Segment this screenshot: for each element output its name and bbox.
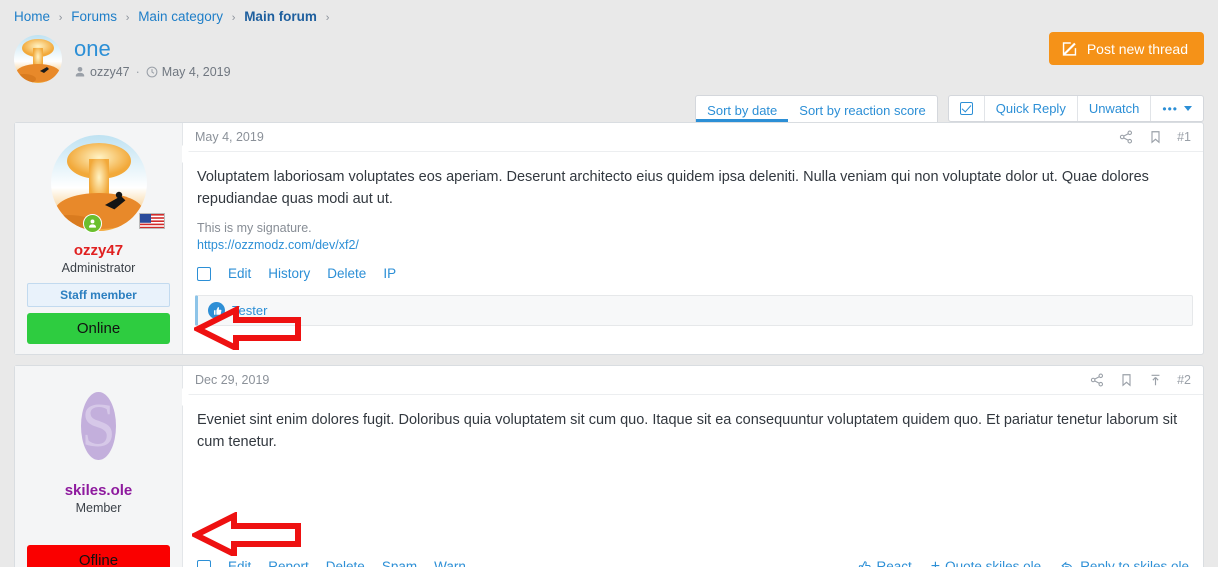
post-action-edit[interactable]: Edit [228, 266, 251, 281]
reaction-user-link[interactable]: Tester [232, 303, 267, 318]
thread-author[interactable]: ozzy47 [90, 65, 130, 79]
post-user-panel: ozzy47 Administrator Staff member Online [15, 123, 183, 354]
us-flag-icon [139, 213, 165, 229]
avatar-wrapper [51, 135, 147, 231]
select-all-toggle-button[interactable] [949, 96, 985, 121]
mushroom-cloud-avatar-icon [14, 35, 62, 83]
post-action-report[interactable]: Report [268, 559, 309, 567]
checkbox-checked-icon [960, 102, 973, 115]
post-item: ozzy47 Administrator Staff member Online… [14, 122, 1204, 355]
chevron-down-icon [1184, 106, 1192, 111]
pencil-square-icon [1061, 40, 1078, 57]
plus-icon: + [931, 560, 940, 567]
post-content-panel: May 4, 2019 #1 Volupt [183, 123, 1203, 354]
unwatch-button[interactable]: Unwatch [1078, 96, 1152, 121]
thread-date: May 4, 2019 [162, 65, 231, 79]
post-action-quote[interactable]: + Quote skiles.ole [931, 559, 1041, 567]
post-action-spam[interactable]: Spam [382, 559, 417, 567]
bookmark-icon[interactable] [1149, 130, 1162, 144]
signature-link[interactable]: https://ozzmodz.com/dev/xf2/ [197, 237, 1189, 254]
thread-toolbar: Sort by date Sort by reaction score Quic… [0, 95, 1218, 122]
online-user-icon [83, 214, 102, 233]
post-number[interactable]: #1 [1177, 130, 1191, 144]
user-icon [74, 66, 86, 78]
avatar-wrapper: S [81, 378, 115, 474]
breadcrumb: Home › Forums › Main category › Main for… [0, 0, 1218, 31]
clock-icon [146, 66, 158, 78]
post-action-warn[interactable]: Warn [434, 559, 466, 567]
reply-label: Reply to skiles.ole [1080, 559, 1189, 567]
breadcrumb-item-home[interactable]: Home [14, 9, 50, 24]
user-status-badge[interactable]: Ofline [27, 545, 170, 567]
post-actions: Edit Report Delete Spam Warn [183, 549, 1203, 567]
more-options-button[interactable]: ••• [1151, 96, 1203, 121]
post-item: S skiles.ole Member Ofline Dec 29, 2019 [14, 365, 1204, 567]
user-status-badge[interactable]: Online [27, 313, 170, 344]
react-label: React [877, 559, 912, 567]
quick-reply-button[interactable]: Quick Reply [985, 96, 1078, 121]
post-action-delete[interactable]: Delete [327, 266, 366, 281]
post-number[interactable]: #2 [1177, 373, 1191, 387]
post-author-name[interactable]: skiles.ole [23, 482, 174, 499]
pin-up-icon[interactable] [1149, 373, 1162, 387]
breadcrumb-separator: › [326, 12, 330, 24]
post-header: May 4, 2019 #1 [183, 123, 1203, 152]
thread-author-avatar[interactable] [14, 35, 62, 83]
share-icon[interactable] [1090, 373, 1104, 387]
thread-meta: ozzy47 · May 4, 2019 [74, 65, 231, 79]
post-date[interactable]: Dec 29, 2019 [195, 373, 269, 387]
post-select-checkbox[interactable] [197, 560, 211, 567]
page-title[interactable]: one [74, 36, 231, 62]
spacer [183, 459, 1203, 549]
post-actions-right: React + Quote skiles.ole [858, 559, 1190, 567]
post-signature: This is my signature. https://ozzmodz.co… [183, 216, 1203, 256]
post-select-checkbox[interactable] [197, 267, 211, 281]
post-date[interactable]: May 4, 2019 [195, 130, 264, 144]
post-header: Dec 29, 2019 [183, 366, 1203, 395]
post-action-delete[interactable]: Delete [326, 559, 365, 567]
toolbar-button-group: Quick Reply Unwatch ••• [948, 95, 1204, 122]
post-action-history[interactable]: History [268, 266, 310, 281]
post-body-text: Eveniet sint enim dolores fugit. Dolorib… [183, 395, 1203, 459]
signature-text: This is my signature. [197, 221, 312, 235]
post-content-panel: Dec 29, 2019 [183, 366, 1203, 567]
breadcrumb-separator: › [126, 12, 130, 24]
reply-arrow-icon [1060, 560, 1075, 567]
post-actions: Edit History Delete IP [183, 256, 1203, 293]
more-dots-label: ••• [1162, 102, 1178, 116]
tab-sort-by-date[interactable]: Sort by date [696, 96, 788, 122]
post-action-edit[interactable]: Edit [228, 559, 251, 567]
post-action-ip[interactable]: IP [383, 266, 396, 281]
avatar[interactable]: S [81, 392, 115, 460]
post-action-reply[interactable]: Reply to skiles.ole [1060, 559, 1189, 567]
tab-sort-by-reaction-score[interactable]: Sort by reaction score [788, 96, 936, 122]
thread-title-block: one ozzy47 · May 4, 2019 [74, 35, 231, 79]
post-user-panel: S skiles.ole Member Ofline [15, 366, 183, 567]
thumbs-up-outline-icon [858, 560, 872, 567]
breadcrumb-item-forums[interactable]: Forums [71, 9, 117, 24]
breadcrumb-item-main-forum[interactable]: Main forum [244, 9, 317, 24]
breadcrumb-separator: › [232, 12, 236, 24]
post-body-text: Voluptatem laboriosam voluptates eos ape… [183, 152, 1203, 216]
post-author-name[interactable]: ozzy47 [23, 242, 174, 259]
post-action-react[interactable]: React [858, 559, 912, 567]
share-icon[interactable] [1119, 130, 1133, 144]
thread-header: one ozzy47 · May 4, 2019 Post new [0, 31, 1218, 89]
quote-label: Quote skiles.ole [945, 559, 1041, 567]
post-author-title: Member [23, 501, 174, 515]
bookmark-icon[interactable] [1120, 373, 1133, 387]
post-author-title: Administrator [23, 261, 174, 275]
sort-tab-group: Sort by date Sort by reaction score [695, 95, 938, 122]
staff-member-badge: Staff member [27, 283, 170, 307]
post-new-thread-label: Post new thread [1087, 41, 1188, 57]
breadcrumb-separator: › [59, 12, 63, 24]
breadcrumb-item-main-category[interactable]: Main category [138, 9, 223, 24]
reaction-bar-tester: Tester [195, 295, 1193, 326]
meta-separator: · [136, 65, 140, 79]
post-list: ozzy47 Administrator Staff member Online… [0, 122, 1218, 567]
forum-thread-page: Home › Forums › Main category › Main for… [0, 0, 1218, 567]
post-new-thread-button[interactable]: Post new thread [1049, 32, 1204, 65]
thumbs-up-filled-icon [208, 302, 225, 319]
